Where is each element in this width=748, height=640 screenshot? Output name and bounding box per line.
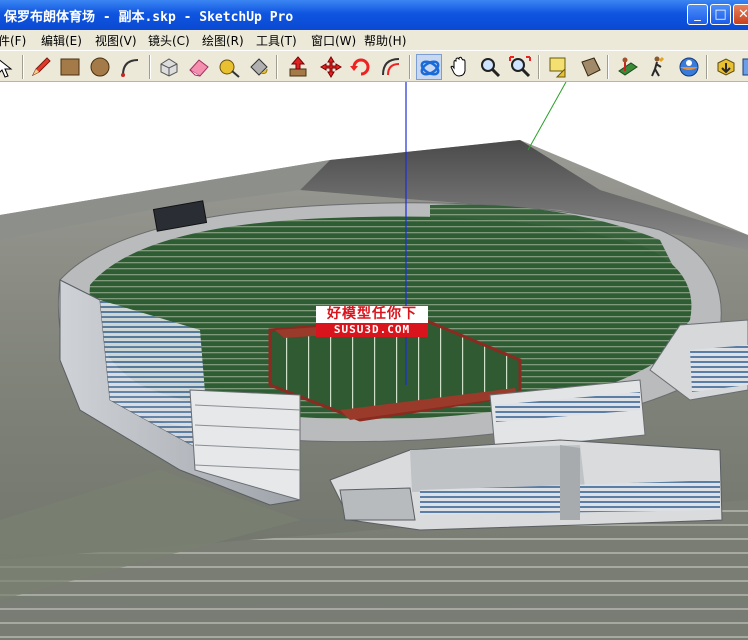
menu-camera[interactable]: 镜头(C) (148, 32, 190, 49)
offset-icon (382, 58, 400, 76)
arc-icon (121, 59, 139, 77)
maximize-icon: □ (714, 7, 727, 22)
pan-tool-button[interactable] (447, 54, 473, 80)
menu-help[interactable]: 帮助(H) (364, 32, 406, 49)
toolbar-separator (409, 55, 411, 79)
eraser-tool-button[interactable] (186, 54, 212, 80)
menu-draw[interactable]: 绘图(R) (202, 32, 244, 49)
position-camera-button[interactable] (614, 54, 640, 80)
rotate-icon (350, 58, 370, 76)
close-icon: ✕ (738, 7, 748, 22)
zoom-tool-button[interactable] (477, 54, 503, 80)
zoom-extents-icon (509, 56, 531, 78)
menu-view[interactable]: 视图(V) (95, 32, 137, 49)
watermark: 好模型任你下 SUSU3D.COM (316, 306, 428, 337)
zoom-icon (481, 58, 501, 78)
rectangle-icon (60, 58, 80, 76)
get-models-icon (717, 58, 735, 76)
look-around-button[interactable] (676, 54, 702, 80)
rotate-tool-button[interactable] (348, 54, 374, 80)
menu-window[interactable]: 窗口(W) (311, 32, 356, 49)
close-button[interactable]: ✕ (733, 4, 748, 25)
look-around-icon (679, 57, 699, 77)
orbit-icon (420, 60, 440, 76)
push-pull-button[interactable] (285, 54, 311, 80)
toolbar-separator (22, 55, 24, 79)
minimize-button[interactable]: _ (687, 4, 708, 25)
paint-bucket-icon (250, 58, 268, 76)
move-tool-button[interactable] (318, 54, 344, 80)
move-icon (320, 56, 342, 78)
menu-bar: 件(F) 编辑(E) 视图(V) 镜头(C) 绘图(R) 工具(T) 窗口(W)… (0, 30, 748, 50)
paint-bucket-button[interactable] (246, 54, 272, 80)
push-pull-icon (289, 56, 307, 77)
toolbar-separator (149, 55, 151, 79)
make-component-icon (160, 58, 178, 77)
walk-icon (651, 56, 665, 77)
menu-tools[interactable]: 工具(T) (256, 32, 297, 49)
model-viewport[interactable]: 好模型任你下 SUSU3D.COM (0, 82, 748, 640)
offset-tool-button[interactable] (378, 54, 404, 80)
next-view-button[interactable] (578, 54, 604, 80)
window-title: 保罗布朗体育场 - 副本.skp - SketchUp Pro (4, 10, 294, 25)
rectangle-tool-button[interactable] (57, 54, 83, 80)
watermark-url: SUSU3D.COM (316, 323, 428, 337)
more-tools-button[interactable] (740, 54, 748, 80)
pencil-tool-button[interactable] (28, 54, 54, 80)
previous-view-icon (549, 57, 566, 78)
make-component-button[interactable] (156, 54, 182, 80)
menu-file[interactable]: 件(F) (0, 32, 26, 49)
walk-tool-button[interactable] (644, 54, 670, 80)
stadium-model-render (0, 82, 748, 640)
get-models-button[interactable] (713, 54, 739, 80)
minimize-icon: _ (694, 7, 701, 22)
more-tools-icon (742, 58, 748, 76)
circle-icon (90, 57, 110, 77)
zoom-extents-button[interactable] (507, 54, 533, 80)
watermark-slogan: 好模型任你下 (316, 306, 428, 323)
tape-measure-button[interactable] (216, 54, 242, 80)
orbit-tool-button[interactable] (416, 54, 442, 80)
eraser-icon (189, 59, 209, 77)
circle-tool-button[interactable] (87, 54, 113, 80)
main-toolbar (0, 50, 748, 82)
toolbar-separator (706, 55, 708, 79)
pan-hand-icon (450, 56, 466, 77)
title-bar: 保罗布朗体育场 - 副本.skp - SketchUp Pro _ □ ✕ (0, 0, 748, 30)
position-camera-icon (618, 57, 638, 76)
toolbar-separator (276, 55, 278, 79)
tape-measure-icon (219, 59, 240, 78)
select-tool-button[interactable] (0, 54, 18, 80)
toolbar-separator (607, 55, 609, 79)
previous-view-button[interactable] (546, 54, 572, 80)
maximize-button[interactable]: □ (710, 4, 731, 25)
pencil-icon (31, 57, 51, 77)
select-arrow-icon (0, 59, 13, 78)
menu-edit[interactable]: 编辑(E) (41, 32, 82, 49)
arc-tool-button[interactable] (117, 54, 143, 80)
toolbar-separator (538, 55, 540, 79)
next-view-icon (581, 57, 601, 77)
